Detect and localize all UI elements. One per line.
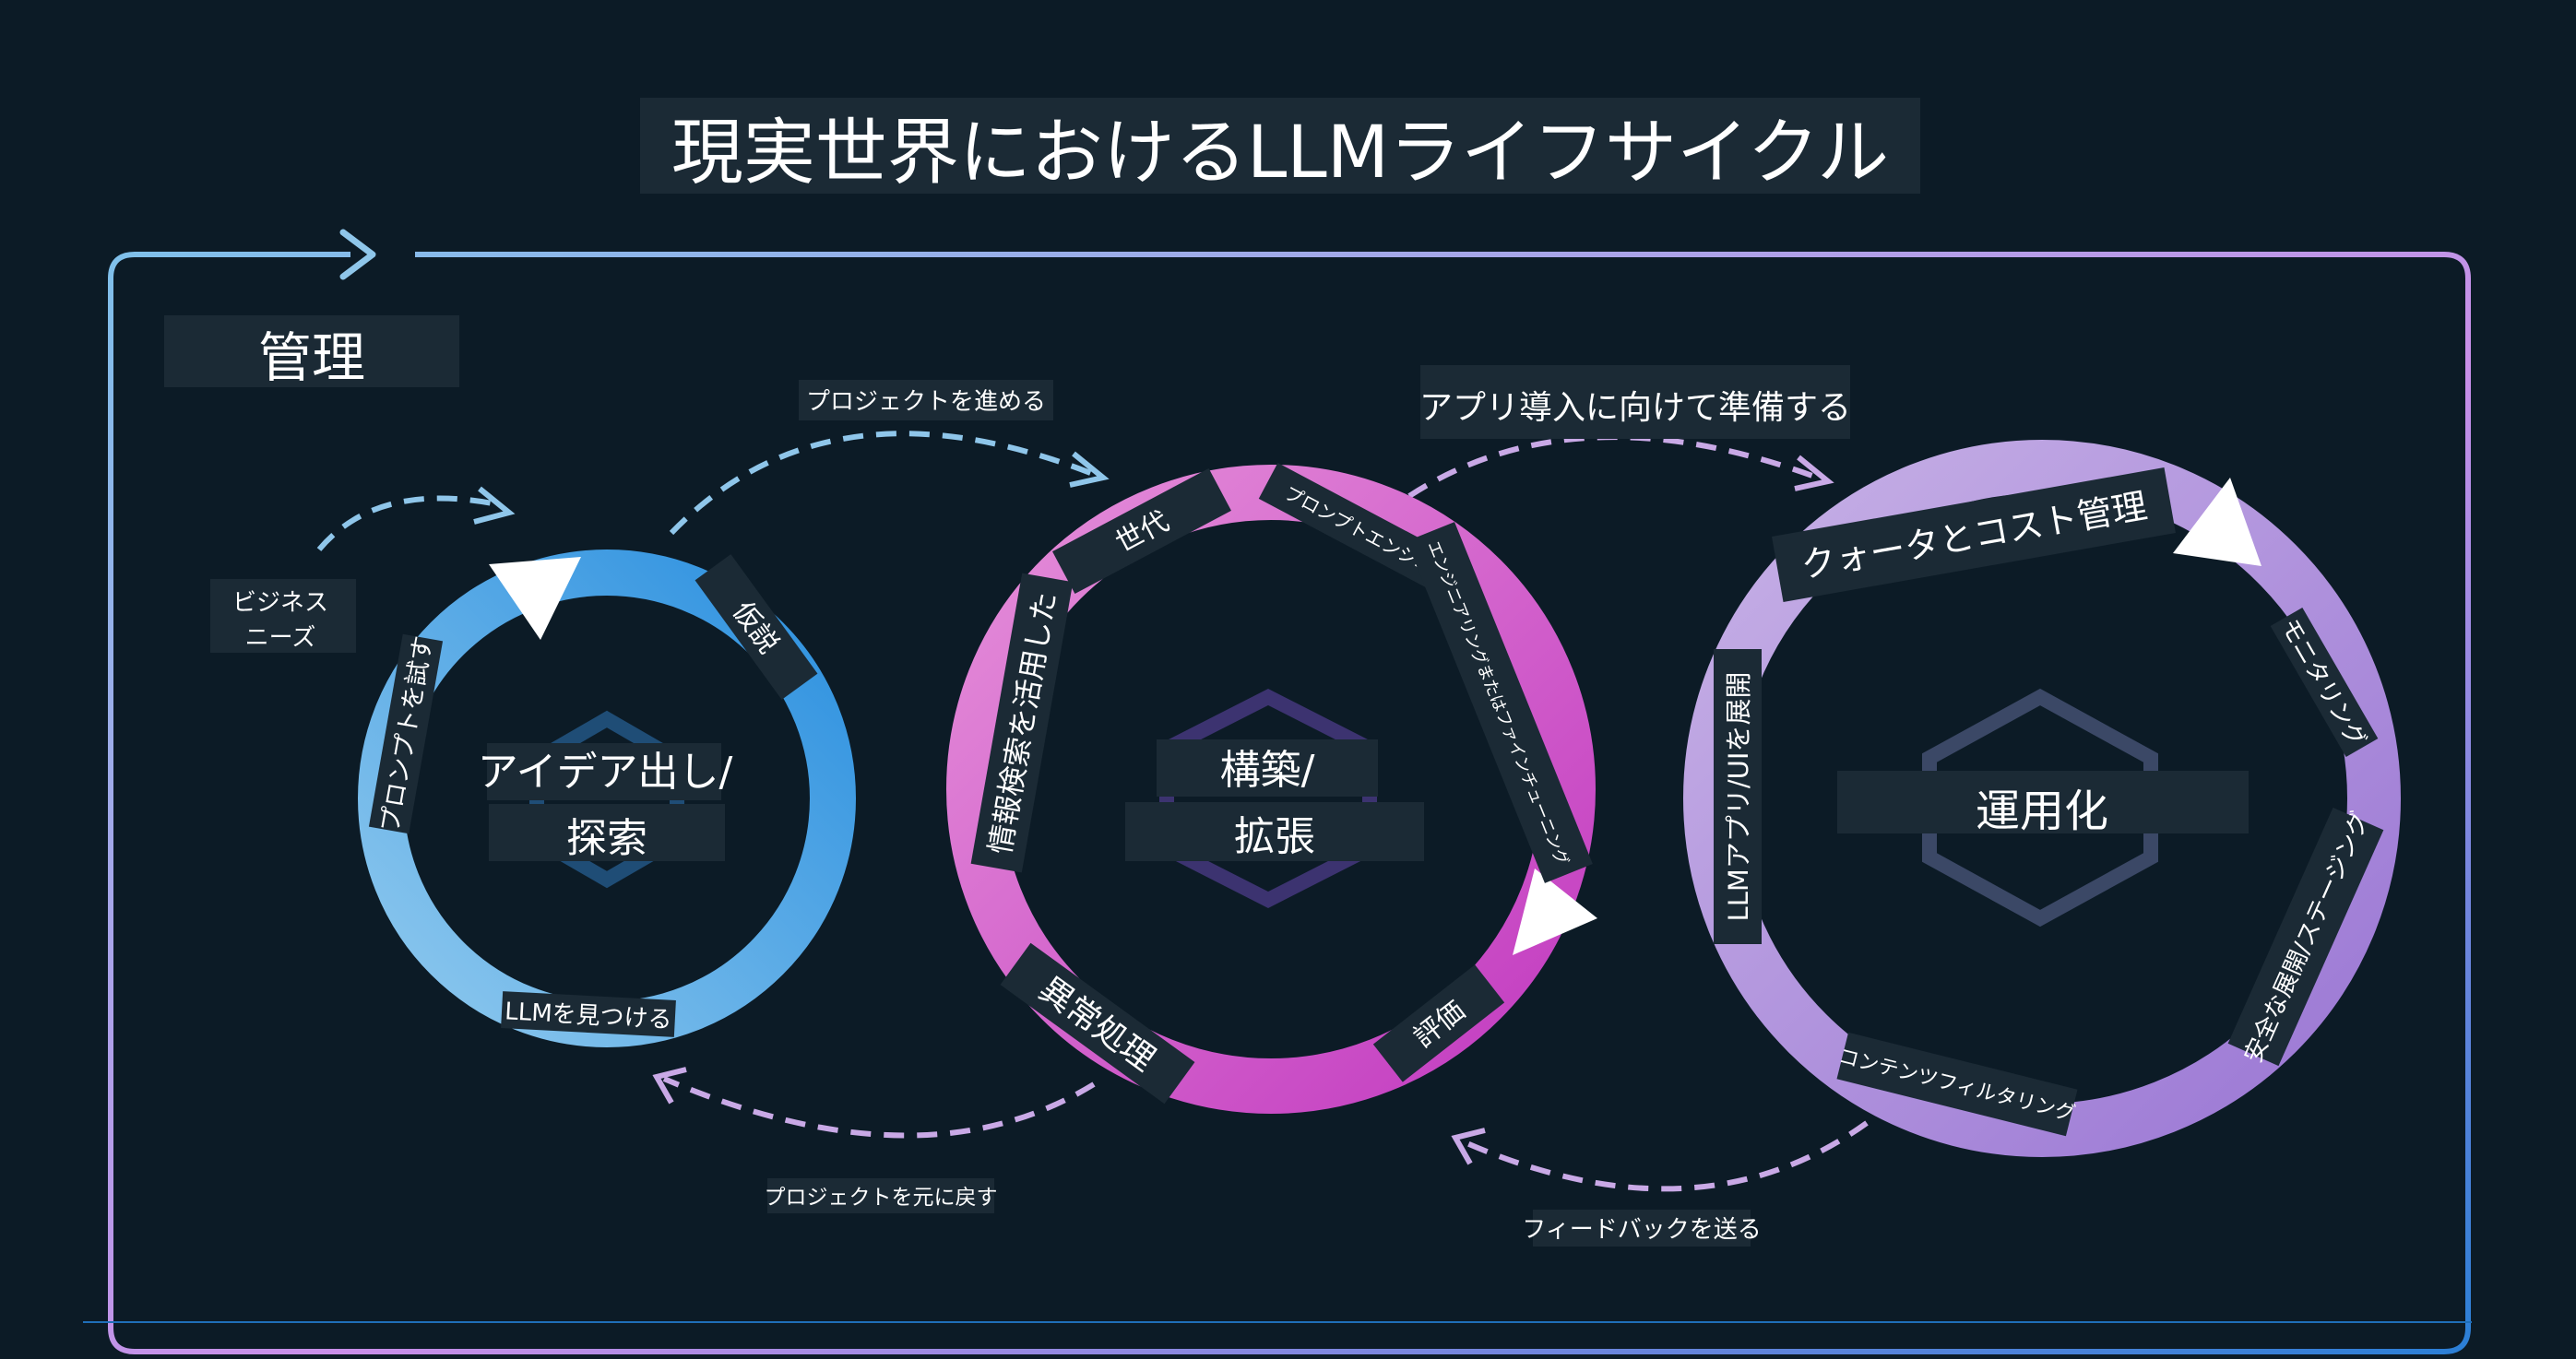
send-feedback-label: フィードバックを送る — [1522, 1216, 1761, 1244]
advance-project-label: プロジェクトを進める — [806, 388, 1046, 416]
advance-project-arrow — [669, 431, 1099, 536]
revert-project-arrow — [662, 1076, 1096, 1139]
revert-project-arrowhead-icon — [652, 1067, 687, 1105]
revert-project-label: プロジェクトを元に戻す — [765, 1186, 998, 1210]
building-hex-icon — [1159, 689, 1377, 908]
business-needs-label-line1: ビジネス — [232, 589, 328, 617]
business-needs-arrowhead-icon — [473, 486, 516, 525]
management-label: 管理 — [258, 326, 365, 389]
send-feedback-arrow — [1461, 1120, 1869, 1192]
building-title-line2: 拡張 — [1234, 813, 1315, 860]
lifecycle-diagram: 現実世界におけるLLMライフサイクル 管理 ビジネス ニーズ プロジェクトを進め… — [83, 98, 2472, 1354]
page-title: 現実世界におけるLLMライフサイクル — [671, 112, 1889, 195]
deploy-app-label: LLMアプリ/UIを展開 — [1723, 672, 1754, 922]
prepare-app-label: アプリ導入に向けて準備する — [1419, 389, 1851, 427]
business-needs-arrow — [316, 495, 503, 551]
hypothesis-tag: 仮説 — [694, 554, 818, 700]
deploy-app-tag: LLMアプリ/UIを展開 — [1714, 649, 1762, 944]
exception-tag: 異常処理 — [1000, 942, 1195, 1105]
ideation-title-line2: 探索 — [566, 815, 647, 862]
ideation-title-line1: アイデア出し/ — [478, 749, 733, 796]
operationalizing-title: 運用化 — [1976, 786, 2108, 837]
building-title-line1: 構築/ — [1220, 747, 1315, 794]
business-needs-label-line2: ニーズ — [245, 624, 316, 652]
prepare-app-arrow — [1407, 434, 1824, 499]
